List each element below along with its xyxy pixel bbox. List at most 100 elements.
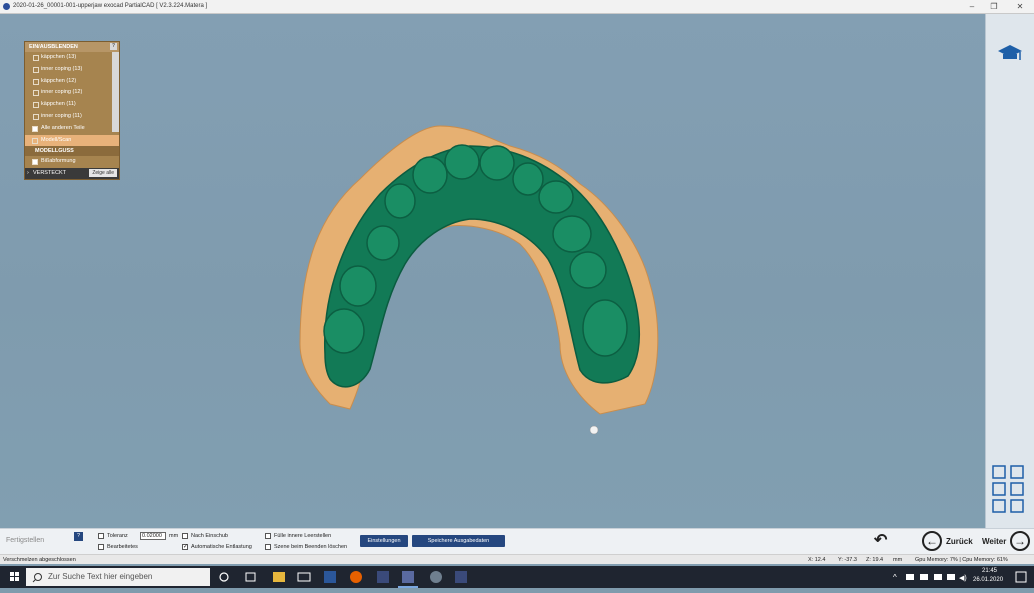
toleranz-unit: mm — [169, 533, 179, 539]
exocad-window: 2020-01-26_00001-001-upperjaw exocad Par… — [0, 0, 1034, 568]
minimize-button[interactable]: – — [966, 1, 978, 12]
coord-y: Y: -37.3 — [838, 557, 857, 563]
maximize-button[interactable]: ❐ — [988, 1, 1000, 12]
toleranz-checkbox[interactable] — [98, 533, 104, 539]
graduation-cap-icon[interactable] — [998, 45, 1022, 60]
title-bar: 2020-01-26_00001-001-upperjaw exocad Par… — [0, 0, 1034, 14]
mail-icon[interactable] — [297, 572, 311, 582]
chevron-up-icon: ^ — [893, 573, 897, 582]
item-label: Bißabformung — [41, 158, 76, 165]
checkbox-checked[interactable] — [32, 159, 38, 166]
fuelle-checkbox[interactable] — [265, 533, 271, 539]
app-icon[interactable] — [430, 571, 442, 583]
speichere-ausgabedaten-button[interactable]: Speichere Ausgabedaten — [412, 535, 505, 547]
weiter-label[interactable]: Weiter — [982, 537, 1006, 546]
tooth-bump — [552, 215, 592, 253]
zurueck-label[interactable]: Zurück — [946, 537, 973, 546]
checkbox[interactable] — [33, 113, 39, 120]
toleranz-label: Toleranz — [107, 533, 128, 539]
panel-header-label: EIN/AUSBLENDEN — [29, 44, 78, 50]
file-explorer-icon[interactable] — [273, 572, 285, 582]
memory-readout: Gpu Memory: 7% | Cpu Memory: 61% — [915, 557, 1008, 563]
bottom-bar: Fertigstellen ? Toleranz 0.02000 mm Bear… — [0, 528, 1034, 554]
tooth-bump — [569, 251, 607, 289]
network-icon[interactable] — [934, 574, 942, 580]
notification-icon[interactable] — [1015, 571, 1027, 583]
checkbox[interactable] — [33, 66, 39, 73]
tray-icon[interactable] — [920, 574, 928, 580]
checkmark-icon: ✓ — [183, 544, 189, 550]
step-label: Fertigstellen — [6, 537, 45, 544]
task-view-icon[interactable] — [245, 572, 256, 582]
search-placeholder[interactable]: Zur Suche Text hier eingeben — [48, 572, 152, 581]
coord-x: X: 12.4 — [808, 557, 826, 563]
tray-icon[interactable] — [947, 574, 955, 580]
status-bar: Verschmelzen abgeschlossen X: 12.4 Y: -3… — [0, 554, 1034, 564]
status-message: Verschmelzen abgeschlossen — [3, 557, 76, 563]
panel-item-bissabformung[interactable]: Bißabformung — [25, 156, 119, 168]
hidden-section[interactable]: › VERSTECKT Zeige alle — [25, 168, 119, 180]
tooth-bump — [384, 183, 416, 219]
forward-arrow-icon[interactable]: → — [1010, 531, 1030, 551]
item-label: käppchen (12) — [41, 77, 77, 84]
visibility-panel: EIN/AUSBLENDEN ? käppchen (13) inner cop… — [24, 41, 120, 181]
window-title: 2020-01-26_00001-001-upperjaw exocad Par… — [13, 3, 208, 9]
section-label: MODELLGUSS — [35, 148, 74, 155]
tray-icon[interactable] — [906, 574, 914, 580]
exocad-active-task-icon[interactable] — [402, 571, 414, 583]
show-all-button[interactable]: Zeige alle — [89, 169, 117, 178]
checkbox[interactable] — [32, 137, 38, 144]
close-button[interactable]: ✕ — [1014, 1, 1026, 12]
tooth-bump — [323, 308, 365, 354]
panel-item-modell[interactable]: Modell/Scan — [25, 134, 119, 147]
item-label: käppchen (11) — [41, 101, 76, 108]
right-toolbar-icons — [992, 45, 1024, 513]
right-toolbar — [985, 14, 1034, 528]
firefox-icon[interactable] — [350, 571, 362, 583]
item-label: käppchen (13) — [41, 54, 77, 60]
back-arrow-icon[interactable]: ← — [922, 531, 942, 551]
dental-model-render[interactable] — [0, 14, 985, 528]
clock-date[interactable]: 26.01.2020 — [973, 577, 1003, 583]
panel-item[interactable]: inner coping (12) — [25, 87, 119, 99]
checkbox-checked[interactable] — [32, 125, 38, 132]
3d-viewport[interactable] — [0, 14, 985, 528]
coord-z: Z: 19.4 — [866, 557, 884, 563]
szene-checkbox[interactable] — [265, 544, 271, 550]
windows-start-icon[interactable] — [10, 572, 19, 581]
nach-einschub-checkbox[interactable] — [182, 533, 188, 539]
panel-item[interactable]: inner coping (13) — [25, 64, 119, 76]
word-icon[interactable] — [324, 571, 336, 583]
panel-header: EIN/AUSBLENDEN ? — [25, 42, 119, 52]
panel-item-all-other[interactable]: Alle anderen Teile — [25, 123, 119, 135]
undo-icon[interactable]: ↶ — [874, 530, 887, 550]
cortana-icon[interactable] — [219, 572, 229, 582]
bearbeitetes-checkbox[interactable] — [98, 544, 104, 550]
section-modellguss[interactable]: MODELLGUSS — [25, 146, 119, 157]
panel-item[interactable]: inner coping (11) — [25, 111, 119, 123]
panel-item[interactable]: käppchen (11) — [25, 99, 119, 111]
view-cube-icon[interactable] — [992, 465, 1024, 513]
auto-entlastung-checkbox[interactable]: ✓ — [182, 544, 188, 550]
panel-item[interactable]: käppchen (13) — [25, 52, 119, 64]
checkbox[interactable] — [33, 102, 39, 109]
tooth-bump — [582, 299, 628, 357]
einstellungen-button[interactable]: Einstellungen — [360, 535, 408, 547]
tooth-bump — [412, 156, 448, 194]
tooth-bump — [479, 145, 515, 181]
checkbox[interactable] — [33, 55, 39, 61]
clock-time[interactable]: 21:45 — [982, 568, 997, 574]
panel-help-button[interactable]: ? — [110, 43, 117, 50]
nach-einschub-label: Nach Einschub — [191, 533, 228, 539]
help-button[interactable]: ? — [74, 532, 83, 541]
taskbar-icons: ^ ◀) — [10, 568, 1027, 588]
checkbox[interactable] — [33, 90, 39, 97]
panel-item[interactable]: käppchen (12) — [25, 76, 119, 88]
item-label: inner coping (12) — [41, 89, 83, 96]
toleranz-input[interactable]: 0.02000 — [140, 532, 166, 540]
windows-taskbar: ^ ◀) Zur Suche Text hier eingeben 21:45 … — [0, 566, 1034, 588]
checkbox[interactable] — [33, 78, 39, 85]
exocad-task-icon-2[interactable] — [455, 571, 467, 583]
exocad-task-icon[interactable] — [377, 571, 389, 583]
exocad-app-icon — [3, 3, 10, 10]
